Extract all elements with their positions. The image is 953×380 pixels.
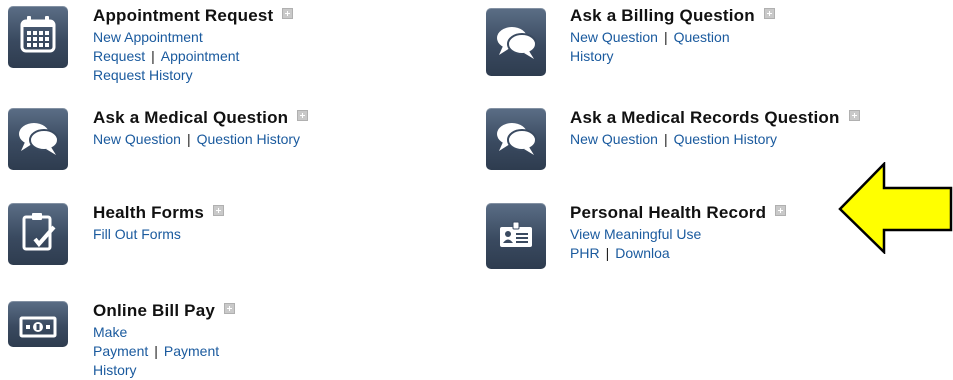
expand-toggle-icon[interactable] [775,205,787,216]
card-links: View Meaningful Use PHR | Downloa [570,225,786,263]
link-separator: | [605,245,610,261]
card-links: New Appointment Request | Appointment Reque… [93,28,293,85]
speech-bubbles-icon[interactable] [8,108,68,170]
card-links: New Question | Question History [93,130,308,149]
new-question-link[interactable]: New Question [93,131,181,147]
calendar-icon[interactable] [8,6,68,68]
question-history-link[interactable]: Question History [674,131,777,147]
cash-icon[interactable] [8,301,68,347]
card-title: Appointment Request [93,6,294,26]
title-text: Appointment Request [93,6,274,25]
expand-toggle-icon[interactable] [763,8,775,19]
question-history-link[interactable]: Question History [197,131,300,147]
speech-bubbles-icon[interactable] [486,8,546,76]
download-link[interactable]: Downloa [615,245,669,261]
id-badge-icon[interactable] [486,203,546,269]
expand-toggle-icon[interactable] [297,110,309,121]
card-links: Make Payment | Payment History [93,323,235,380]
new-question-link[interactable]: New Question [570,29,658,45]
card-links: New Question | Question History [570,130,860,149]
expand-toggle-icon[interactable] [224,303,236,314]
title-text: Personal Health Record [570,203,767,222]
title-text: Ask a Billing Question [570,6,755,25]
card-links: Fill Out Forms [93,225,224,244]
title-text: Ask a Medical Records Question [570,108,840,127]
expand-toggle-icon[interactable] [282,8,294,19]
new-question-link[interactable]: New Question [570,131,658,147]
make-payment-link[interactable]: Make Payment [93,324,148,359]
speech-bubbles-icon[interactable] [486,108,546,170]
title-text: Online Bill Pay [93,301,216,320]
card-title: Health Forms [93,203,225,223]
title-text: Ask a Medical Question [93,108,289,127]
link-text-line2: Request History [93,67,193,83]
title-text: Health Forms [93,203,205,222]
link-separator: | [186,131,191,147]
expand-toggle-icon[interactable] [213,205,225,216]
link-text-line1: Appointment [160,48,240,64]
fill-out-forms-link[interactable]: Fill Out Forms [93,226,181,242]
link-separator: | [151,48,155,64]
card-title: Ask a Billing Question [570,6,775,26]
link-separator: | [154,343,158,359]
card-title: Personal Health Record [570,203,787,223]
card-title: Ask a Medical Records Question [570,108,860,128]
expand-toggle-icon[interactable] [848,110,860,121]
yellow-callout-arrow-icon [838,162,953,254]
card-title: Ask a Medical Question [93,108,309,128]
link-separator: | [663,131,668,147]
clipboard-check-icon[interactable] [8,203,68,265]
link-separator: | [663,29,668,45]
card-title: Online Bill Pay [93,301,236,321]
card-links: New Question | Question History [570,28,775,66]
